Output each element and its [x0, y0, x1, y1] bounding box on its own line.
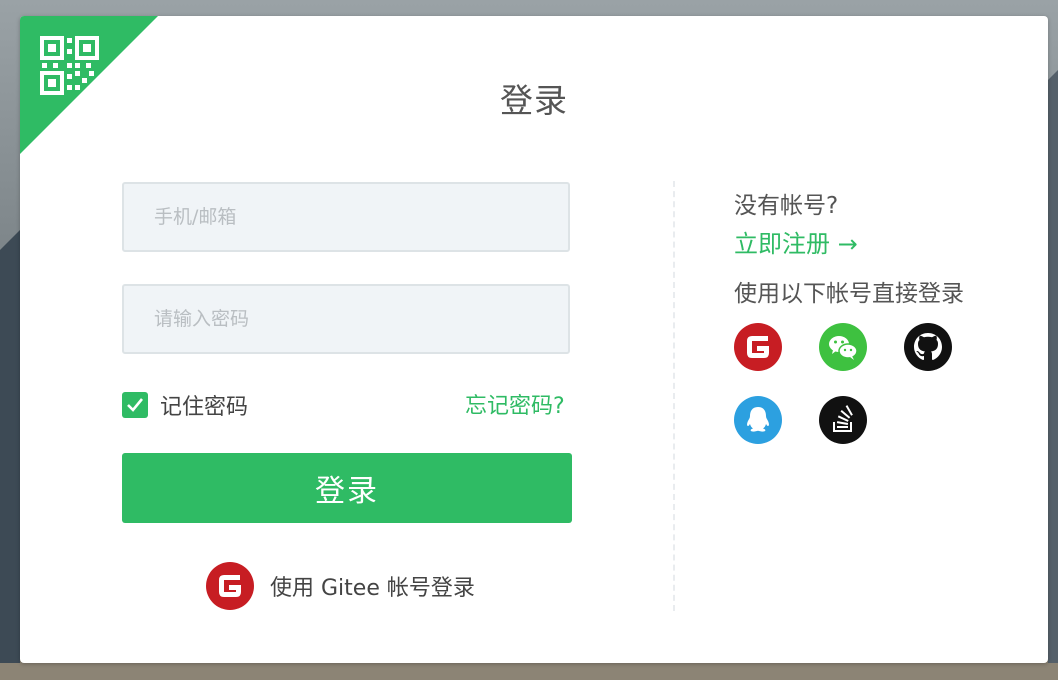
gitee-login-label: 使用 Gitee 帐号登录 — [270, 576, 475, 601]
github-login-icon[interactable] — [904, 323, 952, 371]
login-button[interactable]: 登录 — [122, 453, 572, 523]
no-account-text: 没有帐号? — [734, 193, 839, 219]
page-title: 登录 — [500, 81, 568, 120]
checkbox-checked-icon — [122, 392, 148, 418]
gitee-icon — [206, 562, 254, 610]
remember-password-checkbox[interactable]: 记住密码 — [122, 391, 249, 420]
password-input[interactable] — [122, 284, 570, 354]
forgot-password-link[interactable]: 忘记密码? — [465, 388, 565, 420]
gitee-login-icon[interactable] — [734, 323, 782, 371]
remember-password-label: 记住密码 — [160, 395, 249, 420]
login-card: 登录 记住密码 忘记密码? 登录 使用 Gitee 帐号登录 没有帐号? 立即注… — [20, 16, 1048, 663]
wechat-login-icon[interactable] — [819, 323, 867, 371]
gitee-login-button[interactable]: 使用 Gitee 帐号登录 — [206, 562, 475, 610]
qq-login-icon[interactable] — [734, 396, 782, 444]
register-link[interactable]: 立即注册 → — [734, 224, 858, 259]
vertical-divider — [673, 181, 675, 611]
account-input[interactable] — [122, 182, 570, 252]
third-party-login-title: 使用以下帐号直接登录 — [734, 281, 964, 307]
stackoverflow-login-icon[interactable] — [819, 396, 867, 444]
